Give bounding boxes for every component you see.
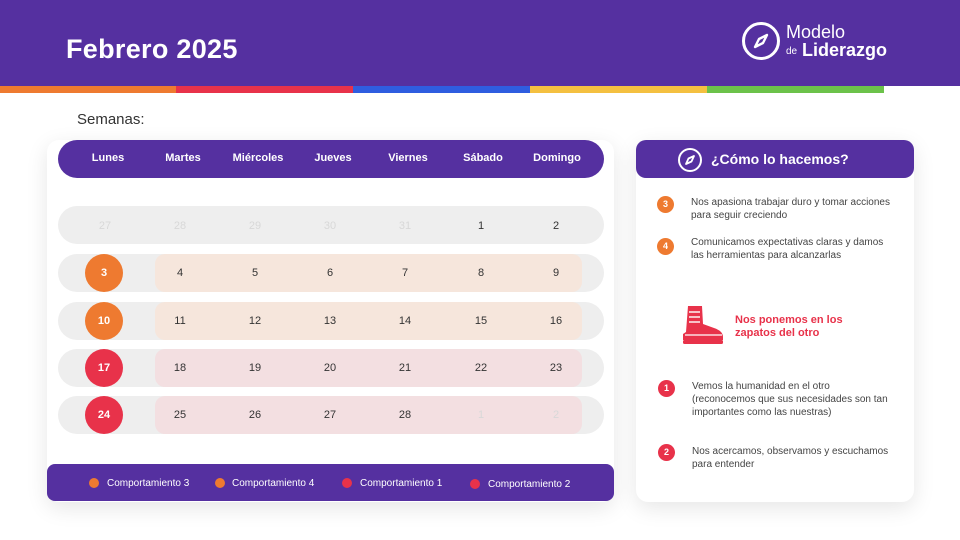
- logo: Modelo de Liderazgo: [742, 22, 912, 62]
- logo-text-de: de: [786, 46, 798, 57]
- weekday-martes: Martes: [165, 152, 201, 164]
- legend-label: Comportamiento 2: [488, 479, 571, 490]
- color-strip-blue: [353, 86, 530, 93]
- day-cell: 4: [176, 267, 184, 279]
- behavior-number-badge: 2: [658, 444, 675, 461]
- day-cell: 20: [323, 362, 337, 374]
- weekday-miercoles: Miércoles: [232, 152, 284, 164]
- weeks-label: Semanas:: [77, 111, 145, 128]
- day-cell: 17: [97, 362, 111, 374]
- compass-icon: [742, 22, 780, 60]
- legend-label: Comportamiento 3: [107, 478, 190, 489]
- day-cell: 21: [398, 362, 412, 374]
- day-cell: 2: [552, 220, 560, 232]
- color-strip-green: [707, 86, 884, 93]
- day-cell: 12: [248, 315, 262, 327]
- legend-dot: [89, 478, 99, 488]
- day-cell: 22: [474, 362, 488, 374]
- legend-label: Comportamiento 1: [360, 478, 443, 489]
- compass-icon: [678, 148, 702, 172]
- day-cell: 8: [477, 267, 485, 279]
- color-strip-orange: [0, 86, 176, 93]
- day-cell: 28: [398, 409, 412, 421]
- day-cell: 16: [549, 315, 563, 327]
- day-cell: 2: [552, 409, 560, 421]
- weekday-sabado: Sábado: [463, 152, 503, 164]
- day-cell: 23: [549, 362, 563, 374]
- day-cell: 18: [173, 362, 187, 374]
- day-cell: 3: [100, 267, 108, 279]
- day-cell: 24: [97, 409, 111, 421]
- day-cell: 27: [323, 409, 337, 421]
- weekday-domingo: Domingo: [533, 152, 581, 164]
- day-cell: 11: [174, 315, 186, 327]
- logo-text-liderazgo: Liderazgo: [802, 40, 888, 60]
- day-cell: 29: [248, 220, 262, 232]
- day-cell: 13: [323, 315, 337, 327]
- legend-dot: [215, 478, 225, 488]
- color-strip-yellow: [530, 86, 707, 93]
- highlight-text: Nos ponemos en los zapatos del otro: [735, 314, 843, 339]
- day-cell: 26: [248, 409, 262, 421]
- day-cell: 14: [398, 315, 412, 327]
- how-card-title: ¿Cómo lo hacemos?: [711, 151, 849, 167]
- behavior-number-badge: 1: [658, 380, 675, 397]
- legend-dot: [470, 479, 480, 489]
- day-cell: 31: [398, 220, 412, 232]
- day-cell: 6: [326, 267, 334, 279]
- day-cell: 1: [477, 220, 485, 232]
- week-highlight: [155, 396, 582, 434]
- weekday-jueves: Jueves: [314, 152, 352, 164]
- behavior-description: Comunicamos expectativas claras y damos …: [691, 237, 884, 261]
- weekday-viernes: Viernes: [388, 152, 428, 164]
- day-cell: 1: [477, 409, 485, 421]
- day-cell: 7: [401, 267, 409, 279]
- day-cell: 9: [552, 267, 560, 279]
- day-cell: 5: [251, 267, 259, 279]
- week-highlight: [155, 349, 582, 387]
- week-highlight: [155, 254, 582, 292]
- behavior-description: Vemos la humanidad en el otro (reconocem…: [692, 381, 888, 418]
- day-cell: 15: [474, 315, 488, 327]
- weekday-lunes: Lunes: [91, 152, 125, 164]
- day-cell: 27: [98, 220, 112, 232]
- day-cell: 19: [248, 362, 262, 374]
- page-title: Febrero 2025: [66, 34, 238, 64]
- behavior-description: Nos apasiona trabajar duro y tomar accio…: [691, 197, 890, 221]
- day-cell: 10: [97, 315, 111, 327]
- legend-dot: [342, 478, 352, 488]
- behavior-description: Nos acercamos, observamos y escuchamos p…: [692, 446, 889, 470]
- legend-label: Comportamiento 4: [232, 478, 315, 489]
- color-strip-red: [176, 86, 353, 93]
- behavior-number-badge: 4: [657, 238, 674, 255]
- day-cell: 28: [173, 220, 187, 232]
- day-cell: 25: [173, 409, 187, 421]
- week-highlight: [155, 302, 582, 340]
- day-cell: 30: [323, 220, 337, 232]
- behavior-number-badge: 3: [657, 196, 674, 213]
- boot-icon: [683, 306, 723, 344]
